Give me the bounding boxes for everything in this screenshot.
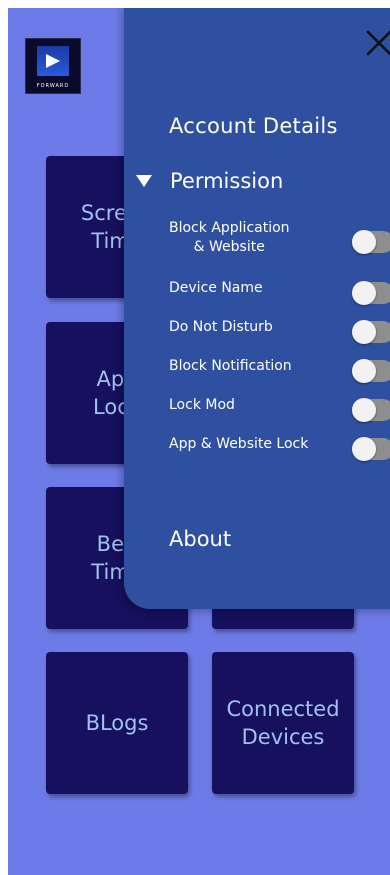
permission-app-website-lock: App & Website Lock: [169, 435, 390, 461]
tile-blogs[interactable]: BLogs: [46, 652, 188, 794]
permission-label: Device Name: [169, 280, 263, 296]
toggle-do-not-disturb[interactable]: [352, 320, 390, 344]
logo-text: FORWARD: [36, 83, 70, 89]
close-icon[interactable]: [364, 28, 390, 58]
permission-block-notification: Block Notification: [169, 357, 390, 383]
menu-about[interactable]: About: [169, 527, 231, 551]
menu-permission[interactable]: Permission: [136, 169, 283, 193]
permission-label: Do Not Disturb: [169, 319, 273, 335]
toggle-block-notification[interactable]: [352, 359, 390, 383]
menu-permission-label: Permission: [170, 169, 284, 193]
toggle-device-name[interactable]: [352, 281, 390, 305]
permission-lock-mod: Lock Mod: [169, 396, 390, 422]
app-logo[interactable]: FORWARD: [25, 38, 81, 94]
toggle-block-application[interactable]: [352, 230, 390, 254]
permission-label: Block Notification: [169, 358, 292, 374]
permission-block-application: Block Application & Website: [169, 219, 390, 263]
menu-account-details[interactable]: Account Details: [169, 114, 338, 138]
tile-label: Connected Devices: [226, 696, 340, 749]
permission-device-name: Device Name: [169, 279, 390, 305]
permission-do-not-disturb: Do Not Disturb: [169, 318, 390, 344]
triangle-down-icon: [136, 175, 152, 187]
toggle-lock-mod[interactable]: [352, 398, 390, 422]
permission-label: Lock Mod: [169, 397, 235, 413]
permission-label: App & Website Lock: [169, 436, 309, 452]
toggle-app-website-lock[interactable]: [352, 437, 390, 461]
side-drawer: Account Details Permission Block Applica…: [124, 8, 390, 609]
tile-connected-devices[interactable]: Connected Devices: [212, 652, 354, 794]
tile-label: BLogs: [85, 710, 149, 735]
forward-logo-icon: [37, 46, 69, 76]
permission-label: Block Application & Website: [169, 220, 290, 255]
home-screen: FORWARD Screen Time App Lock Bed Time BL…: [8, 8, 390, 875]
